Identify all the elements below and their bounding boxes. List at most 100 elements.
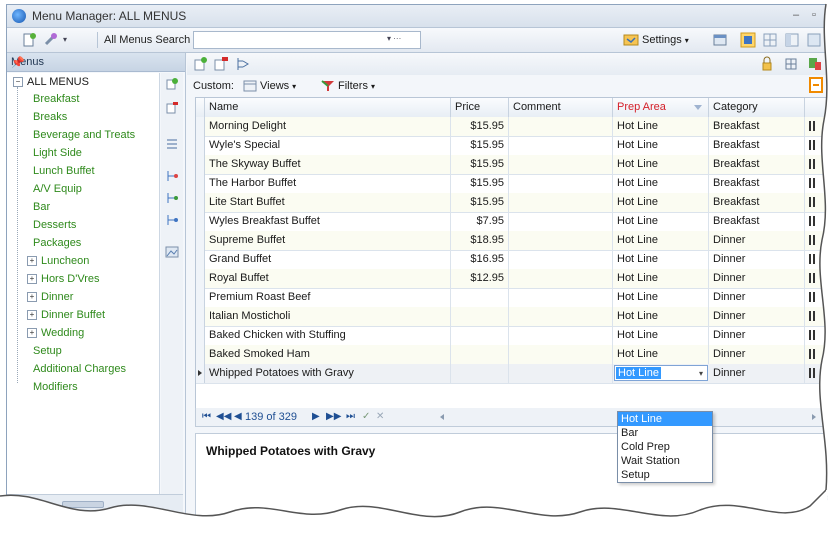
cell-price[interactable]: $15.95	[451, 193, 509, 212]
table-row[interactable]: Supreme Buffet $18.95 Hot Line Dinner	[196, 231, 827, 251]
cell-comment[interactable]	[509, 269, 613, 288]
lock-icon[interactable]	[759, 56, 775, 72]
row-selector[interactable]	[196, 326, 205, 345]
cell-name[interactable]: Baked Chicken with Stuffing	[205, 326, 451, 345]
cell-name[interactable]: Italian Mosticholi	[205, 307, 451, 326]
expand-icon[interactable]: +	[27, 328, 37, 339]
expand-icon[interactable]: +	[27, 310, 37, 321]
row-selector[interactable]	[196, 364, 205, 383]
prep-area-dropdown-icon[interactable]: ▾	[699, 369, 703, 378]
cell-price[interactable]: $16.95	[451, 250, 509, 269]
cell-prep[interactable]: Hot Line	[613, 212, 709, 231]
next-record-icon[interactable]: ▶	[312, 411, 320, 422]
cell-comment[interactable]	[509, 231, 613, 250]
cell-price[interactable]: $15.95	[451, 174, 509, 193]
cell-prep[interactable]: Hot Line	[613, 136, 709, 155]
table-row[interactable]: Baked Smoked Ham Hot Line Dinner	[196, 345, 827, 365]
cell-name[interactable]: The Harbor Buffet	[205, 174, 451, 193]
cell-name[interactable]: Baked Smoked Ham	[205, 345, 451, 364]
tree-item-light-side[interactable]: Light Side	[33, 144, 82, 162]
cell-prep[interactable]: Hot Line	[613, 193, 709, 212]
table-row[interactable]: Morning Delight $15.95 Hot Line Breakfast	[196, 117, 827, 137]
tree-item-lunch-buffet[interactable]: Lunch Buffet	[33, 162, 95, 180]
cell-prep[interactable]: Hot Line	[613, 155, 709, 174]
confirm-icon[interactable]: ✓	[362, 411, 370, 422]
cell-price[interactable]	[451, 345, 509, 364]
cell-category[interactable]: Breakfast	[709, 155, 805, 174]
cell-price[interactable]: $15.95	[451, 155, 509, 174]
row-action-cell[interactable]	[805, 326, 827, 345]
dropdown-option[interactable]: Bar	[618, 426, 712, 440]
row-action-cell[interactable]	[805, 212, 827, 231]
cell-category[interactable]: Breakfast	[709, 117, 805, 136]
horizontal-scrollbar[interactable]	[62, 501, 104, 508]
dropdown-option[interactable]: Setup	[618, 468, 712, 482]
cell-comment[interactable]	[509, 250, 613, 269]
previous-page-icon[interactable]: ◀◀	[216, 411, 231, 422]
table-row[interactable]: Whipped Potatoes with Gravy Hot Line ▾ Dinn…	[196, 364, 827, 384]
views-button[interactable]: Views ▾	[243, 78, 296, 94]
tree-item-hors-dvres[interactable]: + Hors D'Vres	[27, 270, 100, 288]
cell-comment[interactable]	[509, 193, 613, 212]
tree-item-modifiers[interactable]: Modifiers	[33, 378, 78, 396]
search-dropdown-icon[interactable]: ▾ ···	[387, 34, 401, 43]
row-selector[interactable]	[196, 136, 205, 155]
expand-icon[interactable]: +	[27, 274, 37, 285]
settings-button[interactable]: Settings ▾	[619, 31, 693, 49]
row-selector[interactable]	[196, 307, 205, 326]
cell-category[interactable]: Dinner	[709, 269, 805, 288]
cell-prep[interactable]: Hot Line	[613, 117, 709, 136]
cell-name[interactable]: Grand Buffet	[205, 250, 451, 269]
cell-name[interactable]: Morning Delight	[205, 117, 451, 136]
maximize-icon[interactable]: ▫	[807, 8, 821, 22]
cell-prep[interactable]: Hot Line	[613, 345, 709, 364]
table-row[interactable]: Italian Mosticholi Hot Line Dinner	[196, 307, 827, 327]
row-selector[interactable]	[196, 269, 205, 288]
cancel-icon[interactable]: ✕	[376, 411, 384, 422]
image-icon[interactable]	[165, 245, 179, 259]
cell-prep[interactable]: Hot Line	[613, 326, 709, 345]
tree-item-packages[interactable]: Packages	[33, 234, 81, 252]
tree-item-beverage-and-treats[interactable]: Beverage and Treats	[33, 126, 135, 144]
row-selector[interactable]	[196, 250, 205, 269]
new-document-icon[interactable]	[21, 32, 37, 48]
tree-item-luncheon[interactable]: + Luncheon	[27, 252, 89, 270]
cell-price[interactable]: $12.95	[451, 269, 509, 288]
window-icon[interactable]	[712, 32, 728, 48]
cell-comment[interactable]	[509, 155, 613, 174]
tree-item-breaks[interactable]: Breaks	[33, 108, 67, 126]
row-selector[interactable]	[196, 193, 205, 212]
row-action-cell[interactable]	[805, 307, 827, 326]
tree-item-bar[interactable]: Bar	[33, 198, 50, 216]
table-row[interactable]: Wyles Breakfast Buffet $7.95 Hot Line Break…	[196, 212, 827, 232]
cell-comment[interactable]	[509, 136, 613, 155]
column-header-extra[interactable]	[805, 98, 827, 117]
remove-menu-icon[interactable]	[165, 101, 179, 115]
add-item-icon[interactable]	[193, 56, 209, 72]
table-row[interactable]: Premium Roast Beef Hot Line Dinner	[196, 288, 827, 308]
expand-icon[interactable]: +	[27, 292, 37, 303]
row-selector[interactable]	[196, 174, 205, 193]
cell-category[interactable]: Dinner	[709, 288, 805, 307]
minimize-icon[interactable]: –	[789, 8, 803, 22]
row-action-cell[interactable]	[805, 193, 827, 212]
tree-item-setup[interactable]: Setup	[33, 342, 62, 360]
layout-grid-icon[interactable]	[762, 32, 778, 48]
cell-name[interactable]: Premium Roast Beef	[205, 288, 451, 307]
tree-item-desserts[interactable]: Desserts	[33, 216, 76, 234]
panel-layout-icon[interactable]	[809, 77, 823, 93]
tree-item-dinner-buffet[interactable]: + Dinner Buffet	[27, 306, 105, 324]
cell-name[interactable]: Wyle's Special	[205, 136, 451, 155]
tree-root-all-menus[interactable]: − ALL MENUS	[13, 73, 89, 91]
row-action-cell[interactable]	[805, 117, 827, 136]
layout-split-icon[interactable]	[784, 32, 800, 48]
cell-price[interactable]: $7.95	[451, 212, 509, 231]
cell-category[interactable]: Dinner	[709, 231, 805, 250]
cell-comment[interactable]	[509, 212, 613, 231]
tree-item-dinner[interactable]: + Dinner	[27, 288, 73, 306]
cell-name[interactable]: The Skyway Buffet	[205, 155, 451, 174]
pin-icon[interactable]: 📌	[11, 56, 181, 69]
filters-button[interactable]: Filters ▾	[321, 78, 375, 94]
cell-price[interactable]	[451, 364, 509, 383]
cell-name[interactable]: Whipped Potatoes with Gravy	[205, 364, 451, 383]
